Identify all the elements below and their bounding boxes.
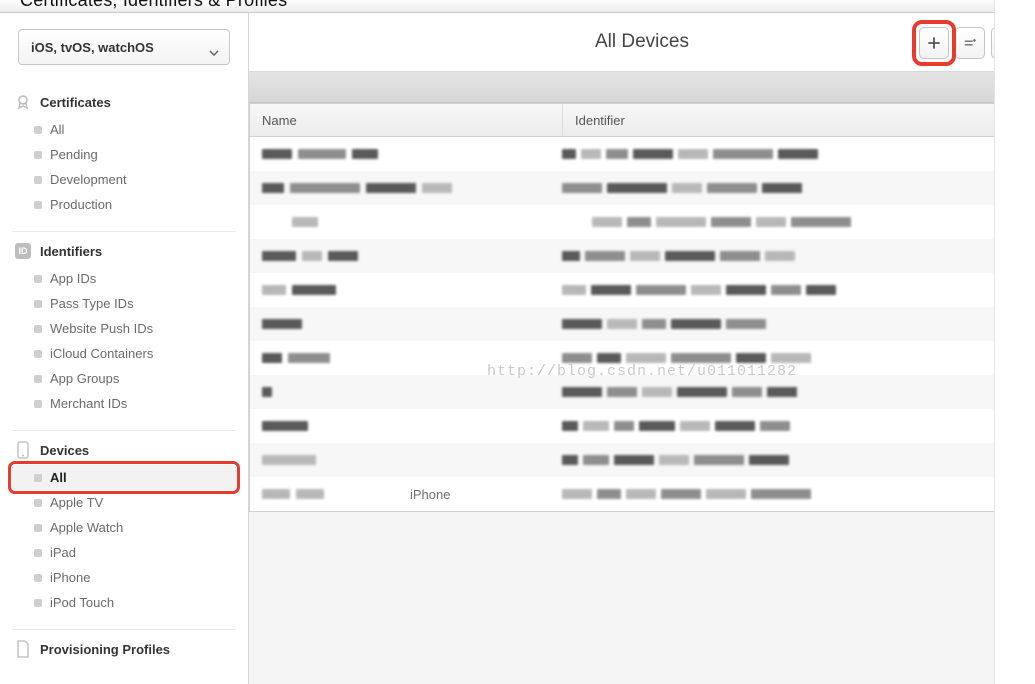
sidebar-item-app-groups[interactable]: App Groups xyxy=(12,366,236,391)
sidebar-item-iphone[interactable]: iPhone xyxy=(12,565,236,590)
row-name-text: iPhone xyxy=(410,487,450,502)
table-body: iPhone xyxy=(250,137,1034,511)
section-header-certificates[interactable]: Certificates xyxy=(12,83,236,117)
add-button[interactable] xyxy=(919,27,949,59)
id-badge-icon: ID xyxy=(14,242,32,260)
sidebar-section-provisioning: Provisioning Profiles xyxy=(12,630,236,678)
sidebar-section-certificates: Certificates All Pending Development Pro… xyxy=(12,83,236,232)
ribbon-icon xyxy=(14,93,32,111)
device-icon xyxy=(14,441,32,459)
filter-bar xyxy=(249,72,1035,103)
edit-button[interactable] xyxy=(955,27,985,59)
content: All Devices Name Identifi xyxy=(249,13,1035,684)
app-root: Certificates, Identifiers & Profiles iOS… xyxy=(0,0,1035,684)
platform-selector-label: iOS, tvOS, watchOS xyxy=(31,40,154,55)
bullet-icon xyxy=(34,300,42,308)
table-header: Name Identifier xyxy=(250,104,1034,137)
sidebar: iOS, tvOS, watchOS Certificates All Pend… xyxy=(0,13,249,684)
sidebar-item-ipad[interactable]: iPad xyxy=(12,540,236,565)
bullet-icon xyxy=(34,599,42,607)
table-row[interactable]: iPhone xyxy=(250,477,1034,511)
bullet-icon xyxy=(34,474,42,482)
doc-icon xyxy=(14,640,32,658)
bullet-icon xyxy=(34,499,42,507)
bullet-icon xyxy=(34,375,42,383)
sidebar-item-certificates-development[interactable]: Development xyxy=(12,167,236,192)
sidebar-item-certificates-production[interactable]: Production xyxy=(12,192,236,217)
platform-selector[interactable]: iOS, tvOS, watchOS xyxy=(18,29,230,65)
column-header-identifier[interactable]: Identifier xyxy=(563,113,1034,128)
content-header: All Devices xyxy=(249,13,1035,72)
bullet-icon xyxy=(34,524,42,532)
sidebar-item-icloud-containers[interactable]: iCloud Containers xyxy=(12,341,236,366)
content-title: All Devices xyxy=(249,31,1035,53)
section-title: Provisioning Profiles xyxy=(40,642,170,657)
page-header: Certificates, Identifiers & Profiles xyxy=(0,0,1035,13)
bullet-icon xyxy=(34,549,42,557)
section-title: Devices xyxy=(40,443,89,458)
column-header-name[interactable]: Name xyxy=(250,104,563,136)
sidebar-item-website-push-ids[interactable]: Website Push IDs xyxy=(12,316,236,341)
table-row[interactable] xyxy=(250,375,1034,409)
bullet-icon xyxy=(34,176,42,184)
table-row[interactable] xyxy=(250,443,1034,477)
section-header-provisioning[interactable]: Provisioning Profiles xyxy=(12,630,236,664)
section-title: Identifiers xyxy=(40,244,102,259)
table-row[interactable] xyxy=(250,409,1034,443)
body: iOS, tvOS, watchOS Certificates All Pend… xyxy=(0,13,1035,684)
sidebar-item-apple-tv[interactable]: Apple TV xyxy=(12,490,236,515)
sidebar-item-ipod-touch[interactable]: iPod Touch xyxy=(12,590,236,615)
table-row[interactable] xyxy=(250,239,1034,273)
sidebar-item-app-ids[interactable]: App IDs xyxy=(12,266,236,291)
bullet-icon xyxy=(34,275,42,283)
bullet-icon xyxy=(34,325,42,333)
table-row[interactable] xyxy=(250,205,1034,239)
sidebar-item-pass-type-ids[interactable]: Pass Type IDs xyxy=(12,291,236,316)
table-row[interactable] xyxy=(250,307,1034,341)
section-header-identifiers[interactable]: ID Identifiers xyxy=(12,232,236,266)
bullet-icon xyxy=(34,574,42,582)
table-row[interactable] xyxy=(250,341,1034,375)
devices-table: Name Identifier xyxy=(249,103,1035,512)
table-row[interactable] xyxy=(250,137,1034,171)
table-row[interactable] xyxy=(250,273,1034,307)
sidebar-section-devices: Devices All Apple TV Apple Watch iPad iP… xyxy=(12,431,236,630)
sidebar-item-merchant-ids[interactable]: Merchant IDs xyxy=(12,391,236,416)
right-gutter xyxy=(994,0,1035,684)
sidebar-section-identifiers: ID Identifiers App IDs Pass Type IDs Web… xyxy=(12,232,236,431)
bullet-icon xyxy=(34,350,42,358)
section-header-devices[interactable]: Devices xyxy=(12,431,236,465)
bullet-icon xyxy=(34,201,42,209)
section-title: Certificates xyxy=(40,95,111,110)
bullet-icon xyxy=(34,126,42,134)
page-title: Certificates, Identifiers & Profiles xyxy=(20,0,287,11)
bullet-icon xyxy=(34,400,42,408)
sidebar-item-devices-all[interactable]: All xyxy=(12,465,236,490)
sidebar-item-certificates-all[interactable]: All xyxy=(12,117,236,142)
sidebar-item-certificates-pending[interactable]: Pending xyxy=(12,142,236,167)
chevron-down-icon xyxy=(209,44,219,59)
sidebar-item-apple-watch[interactable]: Apple Watch xyxy=(12,515,236,540)
bullet-icon xyxy=(34,151,42,159)
table-row[interactable] xyxy=(250,171,1034,205)
